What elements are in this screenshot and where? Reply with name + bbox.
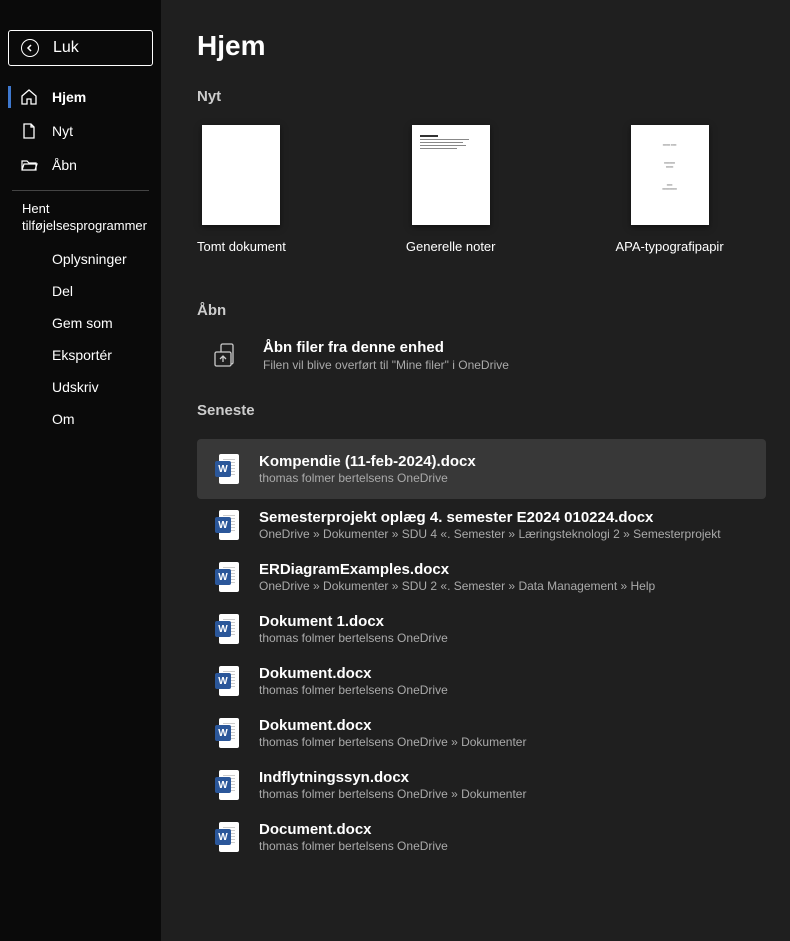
word-document-icon: W	[215, 666, 239, 696]
nav-open[interactable]: Åbn	[8, 148, 153, 182]
template-blank-label: Tomt dokument	[197, 239, 286, 254]
open-from-device[interactable]: Åbn filer fra denne enhed Filen vil bliv…	[213, 339, 766, 372]
device-icon	[213, 342, 241, 370]
recent-file-name: Kompendie (11-feb-2024).docx	[259, 453, 476, 470]
main-content: Hjem Nyt Tomt dokument Generelle noter ━…	[161, 0, 790, 941]
template-notes[interactable]: Generelle noter	[406, 125, 496, 254]
recent-file-path: thomas folmer bertelsens OneDrive	[259, 471, 476, 485]
recent-file-path: thomas folmer bertelsens OneDrive » Doku…	[259, 735, 526, 749]
document-icon	[20, 122, 38, 140]
open-device-subtitle: Filen vil blive overført til "Mine filer…	[263, 358, 509, 372]
template-apa-label: APA-typografipapir	[616, 239, 724, 254]
folder-open-icon	[20, 156, 38, 174]
recent-file-name: Dokument.docx	[259, 665, 448, 682]
close-label: Luk	[53, 39, 79, 57]
recent-file-path: thomas folmer bertelsens OneDrive » Doku…	[259, 787, 526, 801]
recent-file-path: thomas folmer bertelsens OneDrive	[259, 839, 448, 853]
nav-share[interactable]: Del	[8, 275, 153, 307]
nav-print[interactable]: Udskriv	[8, 371, 153, 403]
template-notes-label: Generelle noter	[406, 239, 496, 254]
recent-list: W Kompendie (11-feb-2024).docx thomas fo…	[197, 439, 766, 863]
template-apa-thumb: ━━━━ ━━━━━━━━━━━━━━━━━━━━━━━━	[631, 125, 709, 225]
page-title: Hjem	[197, 30, 766, 62]
recent-item[interactable]: W Dokument 1.docx thomas folmer bertelse…	[197, 603, 766, 655]
recent-item[interactable]: W Document.docx thomas folmer bertelsens…	[197, 811, 766, 863]
nav-home-label: Hjem	[52, 89, 86, 105]
template-blank[interactable]: Tomt dokument	[197, 125, 286, 254]
nav-export[interactable]: Eksportér	[8, 339, 153, 371]
recent-item[interactable]: W Indflytningssyn.docx thomas folmer ber…	[197, 759, 766, 811]
section-new-title: Nyt	[197, 88, 766, 105]
recent-file-path: OneDrive » Dokumenter » SDU 2 «. Semeste…	[259, 579, 655, 593]
nav-open-label: Åbn	[52, 157, 77, 173]
template-apa[interactable]: ━━━━ ━━━━━━━━━━━━━━━━━━━━━━━━ APA-typogr…	[616, 125, 724, 254]
nav-info[interactable]: Oplysninger	[8, 243, 153, 275]
recent-item[interactable]: W ERDiagramExamples.docx OneDrive » Doku…	[197, 551, 766, 603]
section-open-title: Åbn	[197, 302, 766, 319]
recent-item[interactable]: W Kompendie (11-feb-2024).docx thomas fo…	[197, 439, 766, 499]
home-icon	[20, 88, 38, 106]
open-device-title: Åbn filer fra denne enhed	[263, 339, 509, 356]
template-blank-thumb	[202, 125, 280, 225]
template-notes-thumb	[412, 125, 490, 225]
word-document-icon: W	[215, 562, 239, 592]
back-arrow-icon	[21, 39, 39, 57]
recent-file-name: Indflytningssyn.docx	[259, 769, 526, 786]
word-document-icon: W	[215, 770, 239, 800]
word-document-icon: W	[215, 454, 239, 484]
nav-saveas[interactable]: Gem som	[8, 307, 153, 339]
recent-file-name: Document.docx	[259, 821, 448, 838]
sidebar: Luk Hjem Nyt Åbn Hent tilføjelsesprogram…	[0, 0, 161, 941]
nav-new[interactable]: Nyt	[8, 114, 153, 148]
close-button[interactable]: Luk	[8, 30, 153, 66]
nav-addins-label: Hent tilføjelsesprogrammer	[22, 201, 147, 233]
nav-about[interactable]: Om	[8, 403, 153, 435]
recent-file-path: thomas folmer bertelsens OneDrive	[259, 631, 448, 645]
recent-file-path: OneDrive » Dokumenter » SDU 4 «. Semeste…	[259, 527, 721, 541]
recent-file-name: Semesterprojekt oplæg 4. semester E2024 …	[259, 509, 721, 526]
sidebar-divider	[12, 190, 149, 191]
nav-home[interactable]: Hjem	[8, 80, 153, 114]
word-document-icon: W	[215, 510, 239, 540]
recent-item[interactable]: W Semesterprojekt oplæg 4. semester E202…	[197, 499, 766, 551]
template-row: Tomt dokument Generelle noter ━━━━ ━━━━━…	[197, 125, 766, 254]
recent-item[interactable]: W Dokument.docx thomas folmer bertelsens…	[197, 655, 766, 707]
section-recent-title: Seneste	[197, 402, 766, 419]
nav-new-label: Nyt	[52, 123, 73, 139]
recent-file-name: ERDiagramExamples.docx	[259, 561, 655, 578]
recent-file-name: Dokument.docx	[259, 717, 526, 734]
word-document-icon: W	[215, 718, 239, 748]
word-document-icon: W	[215, 822, 239, 852]
recent-item[interactable]: W Dokument.docx thomas folmer bertelsens…	[197, 707, 766, 759]
recent-file-name: Dokument 1.docx	[259, 613, 448, 630]
nav-addins[interactable]: Hent tilføjelsesprogrammer	[8, 197, 153, 243]
word-document-icon: W	[215, 614, 239, 644]
recent-file-path: thomas folmer bertelsens OneDrive	[259, 683, 448, 697]
